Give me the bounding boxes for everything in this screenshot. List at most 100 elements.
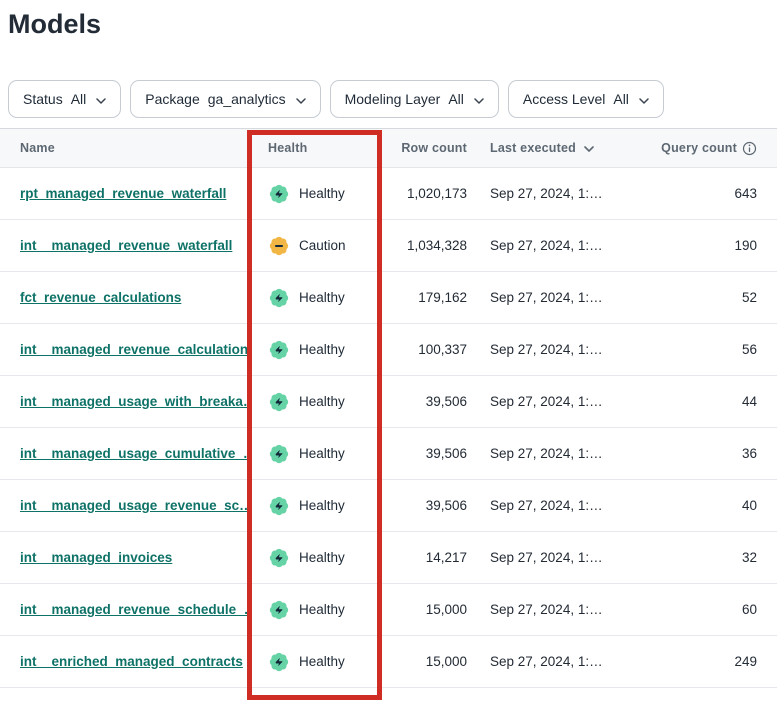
filter-bar: Status All Package ga_analytics Modeling… (8, 80, 777, 118)
health-status-icon (268, 547, 290, 569)
cell-name: fct_revenue_calculations (0, 290, 247, 305)
health-status-label: Healthy (299, 290, 345, 305)
column-header-health: Health (247, 141, 383, 155)
models-table: Name Health Row count Last executed Quer… (0, 128, 777, 688)
cell-health: Healthy (247, 339, 383, 361)
model-name-link[interactable]: int__managed_revenue_schedule_… (20, 602, 247, 617)
model-name-link[interactable]: rpt_managed_revenue_waterfall (20, 186, 226, 201)
model-name-link[interactable]: int__managed_usage_with_breaka… (20, 394, 247, 409)
filter-value: All (613, 91, 629, 107)
filter-status[interactable]: Status All (8, 80, 121, 118)
cell-last-executed: Sep 27, 2024, 1:… (467, 290, 647, 305)
cell-health: Healthy (247, 495, 383, 517)
table-row: int__managed_invoices Healthy 14,217 Sep… (0, 532, 777, 584)
column-header-name: Name (0, 141, 247, 155)
info-icon (742, 141, 757, 156)
cell-last-executed: Sep 27, 2024, 1:… (467, 446, 647, 461)
cell-query-count: 60 (647, 602, 757, 617)
cell-last-executed: Sep 27, 2024, 1:… (467, 654, 647, 669)
cell-row-count: 15,000 (383, 602, 467, 617)
cell-name: int__managed_revenue_schedule_… (0, 602, 247, 617)
column-header-row-count: Row count (383, 141, 467, 155)
filter-label: Access Level (523, 91, 605, 107)
cell-health: Healthy (247, 391, 383, 413)
health-status-icon (268, 391, 290, 413)
health-status-icon (268, 443, 290, 465)
cell-row-count: 39,506 (383, 394, 467, 409)
column-header-query-count[interactable]: Query count (647, 141, 757, 156)
cell-row-count: 15,000 (383, 654, 467, 669)
model-name-link[interactable]: int__managed_revenue_waterfall (20, 238, 232, 253)
health-status-icon (268, 183, 290, 205)
cell-last-executed: Sep 27, 2024, 1:… (467, 602, 647, 617)
cell-health: Healthy (247, 183, 383, 205)
cell-query-count: 52 (647, 290, 757, 305)
filter-package[interactable]: Package ga_analytics (130, 80, 320, 118)
cell-row-count: 1,034,328 (383, 238, 467, 253)
filter-value: ga_analytics (208, 91, 286, 107)
cell-name: int__managed_revenue_waterfall (0, 238, 247, 253)
cell-last-executed: Sep 27, 2024, 1:… (467, 342, 647, 357)
cell-query-count: 190 (647, 238, 757, 253)
cell-query-count: 56 (647, 342, 757, 357)
cell-health: Healthy (247, 443, 383, 465)
health-status-icon (268, 287, 290, 309)
filter-label: Status (23, 91, 63, 107)
chevron-down-icon (296, 91, 306, 107)
filter-value: All (448, 91, 464, 107)
model-name-link[interactable]: int__managed_revenue_calculations (20, 342, 247, 357)
health-status-icon (268, 235, 290, 257)
model-name-link[interactable]: int__managed_invoices (20, 550, 172, 565)
health-status-label: Healthy (299, 446, 345, 461)
cell-last-executed: Sep 27, 2024, 1:… (467, 394, 647, 409)
table-body: rpt_managed_revenue_waterfall Healthy 1,… (0, 168, 777, 688)
cell-query-count: 249 (647, 654, 757, 669)
chevron-down-icon (584, 141, 594, 155)
table-row: int__managed_revenue_calculations Health… (0, 324, 777, 376)
cell-last-executed: Sep 27, 2024, 1:… (467, 238, 647, 253)
model-name-link[interactable]: int__managed_usage_revenue_sc… (20, 498, 247, 513)
cell-health: Healthy (247, 547, 383, 569)
cell-name: int__managed_usage_cumulative_… (0, 446, 247, 461)
cell-row-count: 100,337 (383, 342, 467, 357)
cell-row-count: 39,506 (383, 446, 467, 461)
column-header-last-executed[interactable]: Last executed (467, 141, 647, 155)
health-status-label: Healthy (299, 654, 345, 669)
filter-value: All (71, 91, 87, 107)
health-status-icon (268, 339, 290, 361)
chevron-down-icon (639, 91, 649, 107)
table-row: fct_revenue_calculations Healthy 179,162… (0, 272, 777, 324)
cell-health: Caution (247, 235, 383, 257)
cell-row-count: 14,217 (383, 550, 467, 565)
cell-last-executed: Sep 27, 2024, 1:… (467, 550, 647, 565)
health-status-label: Healthy (299, 342, 345, 357)
filter-modeling-layer[interactable]: Modeling Layer All (330, 80, 499, 118)
cell-name: rpt_managed_revenue_waterfall (0, 186, 247, 201)
table-row: rpt_managed_revenue_waterfall Healthy 1,… (0, 168, 777, 220)
health-status-icon (268, 651, 290, 673)
cell-health: Healthy (247, 287, 383, 309)
table-header-row: Name Health Row count Last executed Quer… (0, 128, 777, 168)
cell-health: Healthy (247, 599, 383, 621)
model-name-link[interactable]: int__enriched_managed_contracts (20, 654, 243, 669)
model-name-link[interactable]: int__managed_usage_cumulative_… (20, 446, 247, 461)
cell-name: int__enriched_managed_contracts (0, 654, 247, 669)
model-name-link[interactable]: fct_revenue_calculations (20, 290, 181, 305)
cell-last-executed: Sep 27, 2024, 1:… (467, 498, 647, 513)
health-status-label: Healthy (299, 186, 345, 201)
health-status-label: Healthy (299, 394, 345, 409)
cell-row-count: 179,162 (383, 290, 467, 305)
filter-label: Modeling Layer (345, 91, 441, 107)
table-row: int__enriched_managed_contracts Healthy … (0, 636, 777, 688)
table-row: int__managed_usage_revenue_sc… Healthy 3… (0, 480, 777, 532)
cell-name: int__managed_revenue_calculations (0, 342, 247, 357)
cell-query-count: 643 (647, 186, 757, 201)
table-row: int__managed_revenue_waterfall Caution 1… (0, 220, 777, 272)
cell-query-count: 40 (647, 498, 757, 513)
filter-access-level[interactable]: Access Level All (508, 80, 664, 118)
cell-health: Healthy (247, 651, 383, 673)
cell-query-count: 44 (647, 394, 757, 409)
health-status-label: Caution (299, 238, 346, 253)
table-row: int__managed_revenue_schedule_… Healthy … (0, 584, 777, 636)
cell-name: int__managed_invoices (0, 550, 247, 565)
